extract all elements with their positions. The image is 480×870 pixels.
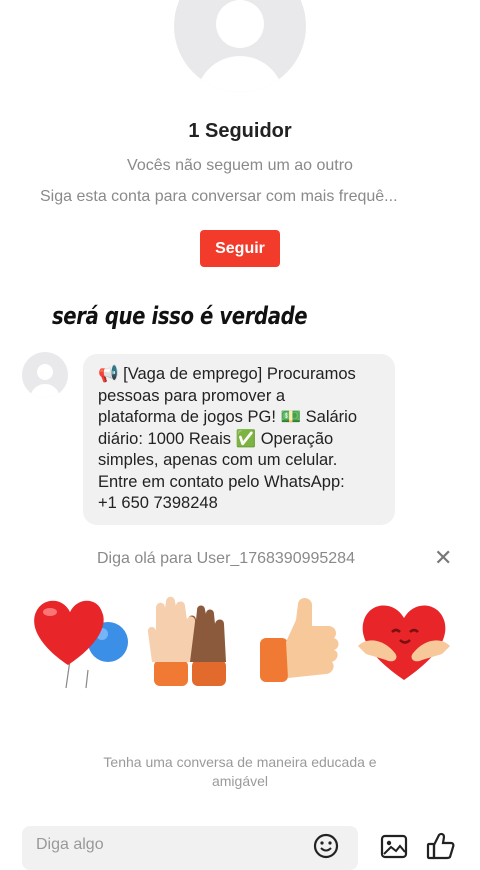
- heart-balloons-sticker[interactable]: [28, 590, 128, 690]
- avatar-head-shape: [37, 364, 53, 380]
- video-caption: será que isso é verdade: [52, 302, 308, 330]
- message-line: 📢 [Vaga de emprego] Procuramos: [98, 365, 356, 383]
- message-line: +1 650 7398248: [98, 494, 218, 512]
- follow-hint: Siga esta conta para conversar com mais …: [40, 188, 398, 205]
- image-icon[interactable]: [380, 833, 408, 859]
- heart-hug-sticker[interactable]: [354, 590, 454, 690]
- relation-status: Vocês não seguem um ao outro: [127, 157, 353, 174]
- message-line: Entre em contato pelo WhatsApp:: [98, 472, 345, 491]
- profile-avatar[interactable]: [174, 0, 306, 92]
- message-input[interactable]: Diga algo: [22, 826, 358, 870]
- notice-line: amigável: [211, 773, 269, 789]
- like-icon[interactable]: [426, 831, 456, 861]
- sender-avatar[interactable]: [22, 352, 68, 398]
- followers-count: 1 Seguidor: [188, 120, 292, 142]
- message-line: diário: 1000 Reais ✅ Operação: [98, 429, 334, 448]
- thumbs-up-sticker[interactable]: [252, 590, 352, 690]
- message-line: plataforma de jogos PG! 💵 Salário: [98, 408, 358, 426]
- greeting-text: Diga olá para User_1768390995284: [97, 550, 355, 567]
- emoji-icon[interactable]: [313, 833, 339, 859]
- etiquette-notice: Tenha uma conversa de maneira educada e …: [60, 753, 420, 791]
- notice-line: Tenha uma conversa de maneira educada e: [103, 754, 377, 770]
- avatar-head-shape: [216, 0, 264, 48]
- message-line: simples, apenas com um celular.: [98, 451, 338, 469]
- avatar-body-shape: [196, 56, 284, 92]
- close-icon[interactable]: ✕: [434, 545, 452, 571]
- follow-button[interactable]: Seguir: [200, 230, 280, 267]
- avatar-body-shape: [30, 384, 60, 398]
- sticker-row: [0, 590, 480, 695]
- high-five-sticker[interactable]: [140, 590, 240, 690]
- message-bubble[interactable]: 📢 [Vaga de emprego] Procuramos pessoas p…: [83, 354, 395, 525]
- message-line: pessoas para promover a: [98, 386, 286, 405]
